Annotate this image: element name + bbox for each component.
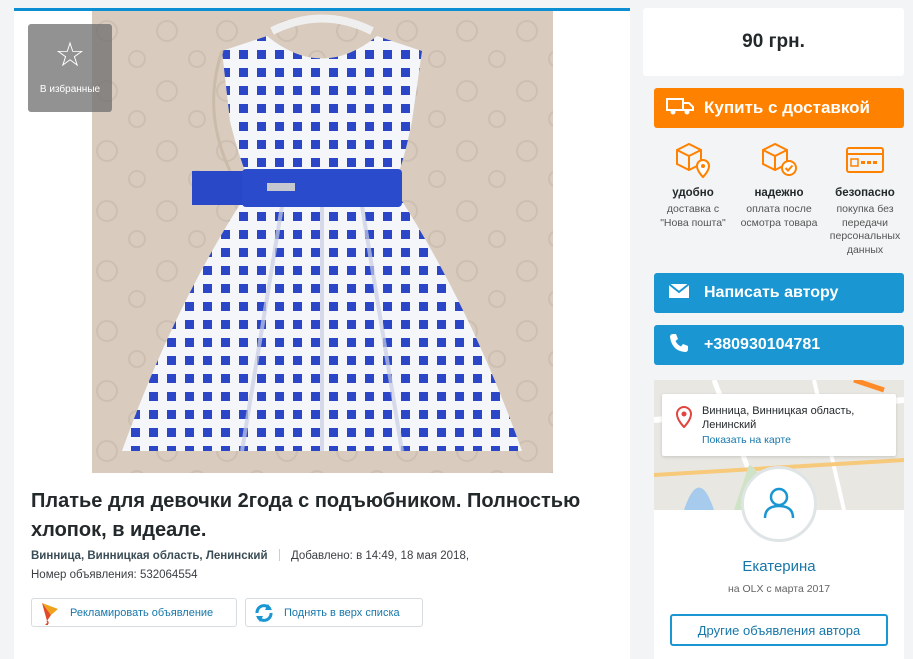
feature-title: удобно [672, 187, 714, 199]
feature-reliable: надежно оплата после осмотра товара [740, 140, 818, 257]
feature-description: покупка без передачи персональных данных [829, 203, 901, 256]
listing-location[interactable]: Винница, Винницкая область, Ленинский [31, 550, 268, 562]
ad-number: Номер объявления: 532064554 [31, 569, 198, 581]
seller-card: Винница, Винницкая область, Ленинский По… [654, 380, 904, 659]
truck-icon [666, 97, 694, 120]
feature-description: доставка с "Нова пошта" [660, 203, 726, 229]
envelope-icon [668, 282, 690, 304]
seller-location: Винница, Винницкая область, Ленинский [702, 405, 855, 431]
feature-title: надежно [754, 187, 804, 199]
promote-ad-label: Рекламировать объявление [70, 606, 214, 619]
kite-icon [38, 601, 62, 625]
feature-description: оплата после осмотра товара [740, 203, 818, 229]
seller-since: на OLX с марта 2017 [727, 583, 831, 595]
phone-number: +380930104781 [704, 336, 821, 353]
buy-with-delivery-button[interactable]: Купить с доставкой [654, 88, 904, 128]
listing-date: Добавлено: в 14:49, 18 мая 2018, [290, 550, 470, 562]
feature-convenient: удобно доставка с "Нова пошта" [654, 140, 732, 257]
star-icon: ☆ [54, 36, 86, 74]
phone-icon [668, 332, 690, 359]
listing-photo[interactable] [92, 11, 553, 473]
listing-title: Платье для девочки 2года с подъюбником. … [31, 490, 581, 541]
feature-title: безопасно [835, 187, 895, 199]
promote-ad-button[interactable]: Рекламировать объявление [31, 598, 237, 627]
add-to-favorites-button[interactable]: ☆ В избранные [28, 24, 112, 112]
box-check-icon [740, 140, 818, 180]
refresh-icon [252, 601, 276, 625]
location-pin-icon [675, 405, 693, 433]
user-icon [762, 485, 796, 524]
other-ads-button[interactable]: Другие объявления автора [670, 614, 888, 646]
listing-card: ☆ В избранные Платье для девочки 2года с… [14, 8, 630, 659]
price: 90 грн. [742, 31, 805, 52]
feature-safe: безопасно покупка без передачи персональ… [826, 140, 904, 257]
show-on-map-link[interactable]: Показать на карте [702, 434, 791, 446]
meta-divider [278, 549, 280, 561]
message-author-button[interactable]: Написать автору [654, 273, 904, 313]
raise-ad-label: Поднять в верх списка [284, 606, 400, 619]
box-location-icon [654, 140, 732, 180]
card-icon [826, 140, 904, 180]
show-phone-button[interactable]: +380930104781 [654, 325, 904, 365]
message-author-label: Написать автору [704, 284, 839, 301]
raise-ad-button[interactable]: Поднять в верх списка [245, 598, 423, 627]
listing-meta: Винница, Винницкая область, Ленинский До… [31, 549, 469, 562]
avatar[interactable] [741, 466, 817, 542]
dress-image [92, 11, 553, 473]
seller-name[interactable]: Екатерина [654, 558, 904, 575]
favorites-label: В избранные [39, 84, 101, 95]
location-box: Винница, Винницкая область, Ленинский По… [662, 394, 896, 456]
price-box: 90 грн. [643, 8, 904, 76]
photo-gallery[interactable]: ☆ В избранные [14, 11, 630, 481]
buy-with-delivery-label: Купить с доставкой [704, 98, 870, 117]
delivery-features: удобно доставка с "Нова пошта" надежно о… [654, 140, 904, 257]
